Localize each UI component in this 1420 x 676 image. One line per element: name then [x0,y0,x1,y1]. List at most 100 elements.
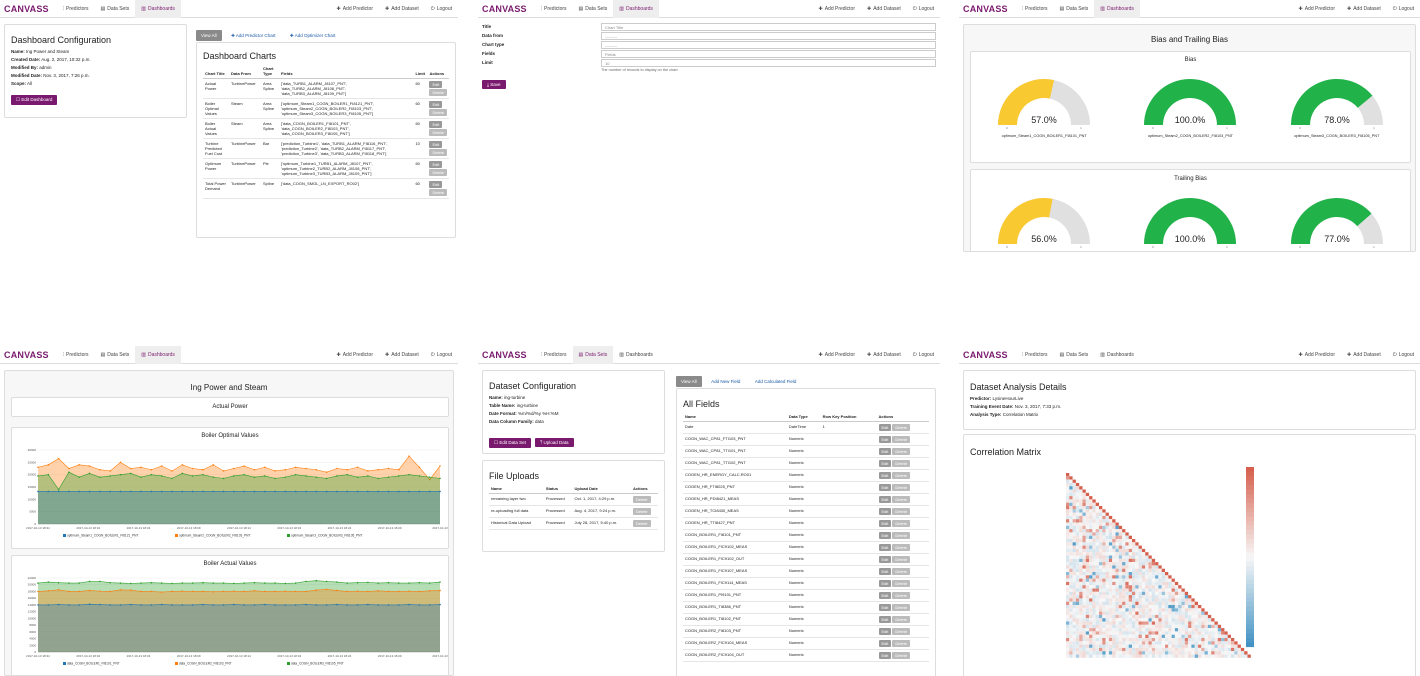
field-input[interactable]: Chart Title [601,22,936,31]
nav-predictors[interactable]: ⫶ Predictors [1016,0,1054,18]
nav-add-predictor[interactable]: ✚ Add Predictor [813,0,862,18]
edit-field-button[interactable]: Edit [878,496,892,503]
nav-predictors[interactable]: ⫶ Predictors [57,0,95,18]
edit-field-button[interactable]: Edit [878,556,892,563]
nav-predictors[interactable]: ⫶ Predictors [535,346,573,364]
edit-field-button[interactable]: Edit [878,616,892,623]
nav-logout[interactable]: ⏻ Logout [425,0,458,18]
delete-chart-button[interactable]: Delete [429,129,447,136]
nav-datasets[interactable]: ▤ Data Sets [95,346,136,364]
nav-datasets[interactable]: ▤ Data Sets [95,0,136,18]
edit-field-button[interactable]: Edit [878,484,892,491]
nav-logout[interactable]: ⏻ Logout [907,0,940,18]
nav-dashboards[interactable]: ▥ Dashboards [135,0,181,18]
tab-add-predictor-chart[interactable]: ✚ Add Predictor Chart [226,30,280,42]
brand-logo[interactable]: CANVASS [478,350,535,360]
delete-field-button[interactable]: Delete [892,628,910,635]
legend-label[interactable]: optimum_Steam3_COGN_BOILER3_FI8105_PNT [291,534,362,538]
nav-add-predictor[interactable]: ✚ Add Predictor [1293,346,1342,364]
nav-logout[interactable]: ⏻ Logout [425,346,458,364]
legend-label[interactable]: data_COGN_BOILER3_FI8105_PNT [291,662,344,666]
nav-dashboards[interactable]: ▥ Dashboards [1094,346,1140,364]
nav-dashboards[interactable]: ▥ Dashboards [135,346,181,364]
delete-chart-button[interactable]: Delete [429,189,447,196]
edit-chart-button[interactable]: Edit [429,161,443,168]
edit-field-button[interactable]: Edit [878,520,892,527]
tab-add-calculated-field[interactable]: Add Calculated Field [750,376,802,387]
edit-chart-button[interactable]: Edit [429,181,443,188]
edit-field-button[interactable]: Edit [878,508,892,515]
delete-field-button[interactable]: Delete [892,556,910,563]
nav-predictors[interactable]: ⫶ Predictors [1016,346,1054,364]
brand-logo[interactable]: CANVASS [0,350,57,360]
delete-field-button[interactable]: Delete [892,448,910,455]
edit-field-button[interactable]: Edit [878,448,892,455]
legend-label[interactable]: optimum_Steam1_COGN_BOILER1_FI8121_PNT [67,534,138,538]
delete-field-button[interactable]: Delete [892,616,910,623]
edit-field-button[interactable]: Edit [878,628,892,635]
edit-field-button[interactable]: Edit [878,544,892,551]
delete-upload-button[interactable]: Delete [632,520,651,527]
edit-chart-button[interactable]: Edit [429,121,443,128]
delete-field-button[interactable]: Delete [892,568,910,575]
edit-chart-button[interactable]: Edit [429,141,443,148]
delete-chart-button[interactable]: Delete [429,89,447,96]
edit-field-button[interactable]: Edit [878,460,892,467]
field-input[interactable]: --------- [601,31,936,40]
delete-field-button[interactable]: Delete [892,592,910,599]
brand-logo[interactable]: CANVASS [959,4,1016,14]
delete-upload-button[interactable]: Delete [632,496,651,503]
delete-chart-button[interactable]: Delete [429,169,447,176]
nav-add-predictor[interactable]: ✚ Add Predictor [331,346,380,364]
save-button[interactable]: ⤓ Save [482,80,506,89]
delete-field-button[interactable]: Delete [892,640,910,647]
delete-field-button[interactable]: Delete [892,580,910,587]
nav-add-predictor[interactable]: ✚ Add Predictor [813,346,862,364]
edit-field-button[interactable]: Edit [878,568,892,575]
legend-label[interactable]: optimum_Steam2_COGN_BOILER2_FI8103_PNT [179,534,250,538]
nav-logout[interactable]: ⏻ Logout [1387,346,1420,364]
delete-field-button[interactable]: Delete [892,424,910,431]
edit-field-button[interactable]: Edit [878,604,892,611]
legend-label[interactable]: data_COGN_BOILER1_FI8101_PNT [67,662,120,666]
nav-datasets[interactable]: ▤ Data Sets [1054,346,1095,364]
nav-add-dataset[interactable]: ✚ Add Dataset [1341,0,1387,18]
nav-datasets[interactable]: ▤ Data Sets [572,346,614,364]
nav-datasets[interactable]: ▤ Data Sets [573,0,614,18]
delete-field-button[interactable]: Delete [892,544,910,551]
field-input[interactable]: Fields [601,49,936,58]
brand-logo[interactable]: CANVASS [0,4,57,14]
edit-field-button[interactable]: Edit [878,436,892,443]
field-input[interactable]: --------- [601,40,936,49]
nav-add-dataset[interactable]: ✚ Add Dataset [861,346,907,364]
delete-upload-button[interactable]: Delete [632,508,651,515]
delete-field-button[interactable]: Delete [892,604,910,611]
brand-logo[interactable]: CANVASS [478,4,535,14]
delete-field-button[interactable]: Delete [892,532,910,539]
nav-dashboards[interactable]: ▥ Dashboards [613,346,659,364]
tab-view-all[interactable]: View All [676,376,702,387]
edit-field-button[interactable]: Edit [878,592,892,599]
nav-datasets[interactable]: ▤ Data Sets [1054,0,1095,18]
delete-field-button[interactable]: Delete [892,436,910,443]
tab-view-all[interactable]: View All [196,30,222,41]
nav-add-predictor[interactable]: ✚ Add Predictor [331,0,380,18]
tab-add-new-field[interactable]: Add New Field [706,376,745,387]
delete-chart-button[interactable]: Delete [429,149,447,156]
brand-logo[interactable]: CANVASS [959,350,1016,360]
edit-field-button[interactable]: Edit [878,640,892,647]
delete-field-button[interactable]: Delete [892,652,910,659]
edit-chart-button[interactable]: Edit [429,101,443,108]
nav-add-dataset[interactable]: ✚ Add Dataset [1341,346,1387,364]
nav-add-dataset[interactable]: ✚ Add Dataset [379,0,425,18]
edit-field-button[interactable]: Edit [878,472,892,479]
delete-field-button[interactable]: Delete [892,496,910,503]
legend-label[interactable]: data_COGN_BOILER2_FI8103_PNT [179,662,232,666]
edit-field-button[interactable]: Edit [878,532,892,539]
nav-predictors[interactable]: ⫶ Predictors [57,346,95,364]
nav-predictors[interactable]: ⫶ Predictors [535,0,573,18]
field-input[interactable]: 10 [601,58,936,67]
delete-field-button[interactable]: Delete [892,508,910,515]
tab-add-optimizer-chart[interactable]: ✚ Add Optimizer Chart [285,30,341,42]
edit-field-button[interactable]: Edit [878,652,892,659]
